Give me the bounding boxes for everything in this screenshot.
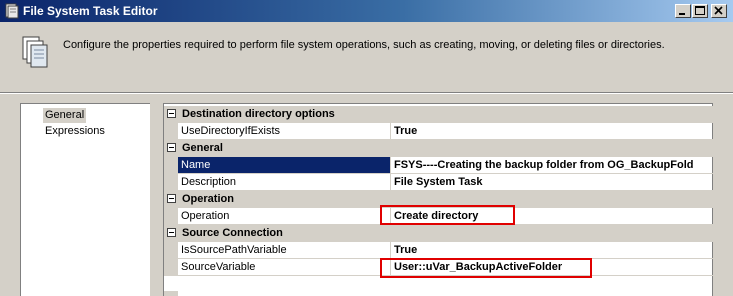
close-button[interactable] xyxy=(711,4,727,18)
property-value[interactable]: True xyxy=(391,123,713,140)
page-navigation-list: General Expressions xyxy=(20,103,150,296)
header-separator xyxy=(0,92,733,94)
category-destination-directory-options: Destination directory options xyxy=(164,106,713,123)
maximize-button[interactable] xyxy=(692,4,708,18)
property-row-issourcepathvariable[interactable]: IsSourcePathVariable True xyxy=(164,242,713,259)
property-name[interactable]: UseDirectoryIfExists xyxy=(178,123,391,140)
property-name[interactable]: IsSourcePathVariable xyxy=(178,242,391,259)
maximize-icon xyxy=(695,6,705,15)
collapse-toggle-icon[interactable] xyxy=(167,194,176,203)
close-icon xyxy=(714,6,723,15)
property-name[interactable]: Operation xyxy=(178,208,391,225)
property-name[interactable]: Name xyxy=(178,157,391,174)
collapse-toggle-icon[interactable] xyxy=(167,143,176,152)
category-label: Operation xyxy=(182,193,234,205)
minimize-button[interactable] xyxy=(675,4,691,18)
collapse-toggle-icon[interactable] xyxy=(167,228,176,237)
category-source-connection: Source Connection xyxy=(164,225,713,242)
category-label: General xyxy=(182,142,223,154)
minimize-icon xyxy=(679,13,685,15)
property-grid: Destination directory options UseDirecto… xyxy=(163,103,713,296)
property-row-usedirectoryifexists[interactable]: UseDirectoryIfExists True xyxy=(164,123,713,140)
category-label: Source Connection xyxy=(182,227,283,239)
collapse-toggle-icon[interactable] xyxy=(167,109,176,118)
operation-highlight-box xyxy=(380,205,515,225)
category-label: Destination directory options xyxy=(182,108,335,120)
sourcevariable-highlight-box xyxy=(380,258,592,278)
property-value[interactable]: FSYS----Creating the backup folder from … xyxy=(391,157,713,174)
property-row-description[interactable]: Description File System Task xyxy=(164,174,713,191)
title-bar: File System Task Editor xyxy=(0,0,733,22)
file-system-task-icon xyxy=(4,3,20,19)
property-value[interactable]: True xyxy=(391,242,713,259)
property-name[interactable]: Description xyxy=(178,174,391,191)
nav-item-expressions[interactable]: Expressions xyxy=(43,124,107,139)
property-name[interactable]: SourceVariable xyxy=(178,259,391,276)
property-value[interactable]: File System Task xyxy=(391,174,713,191)
category-general: General xyxy=(164,140,713,157)
dialog-header: Configure the properties required to per… xyxy=(0,22,733,92)
documents-icon xyxy=(22,36,50,72)
window-title: File System Task Editor xyxy=(23,4,158,18)
grid-gutter-fill xyxy=(164,291,178,296)
nav-item-general[interactable]: General xyxy=(43,108,87,123)
dialog-description: Configure the properties required to per… xyxy=(63,39,665,51)
property-row-name[interactable]: Name FSYS----Creating the backup folder … xyxy=(164,157,713,174)
